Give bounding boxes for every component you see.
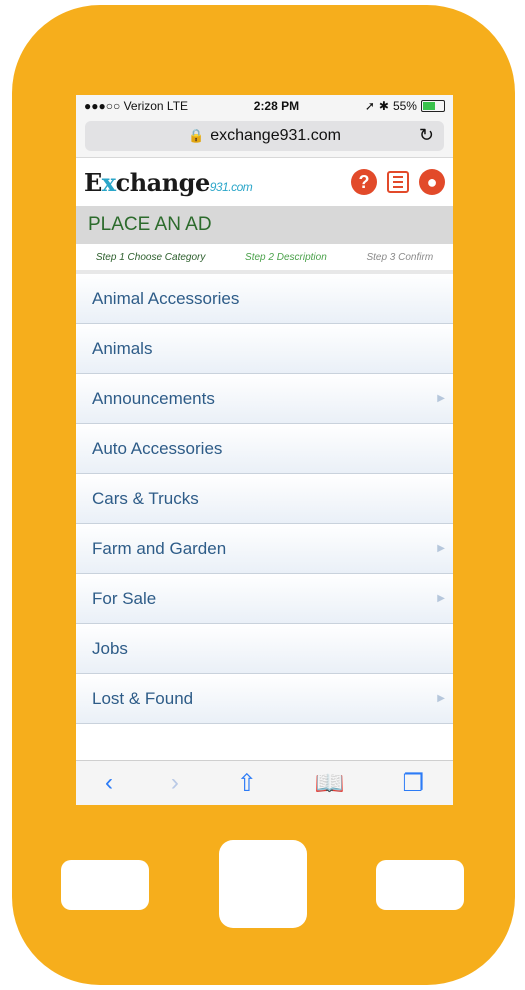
category-item[interactable]: Animals: [76, 324, 453, 374]
page-title: PLACE AN AD: [76, 206, 453, 244]
site-logo[interactable]: Exchange931.com: [84, 168, 253, 197]
category-item[interactable]: Lost & Found ▶: [76, 674, 453, 724]
share-icon[interactable]: ⇧: [237, 769, 257, 798]
bluetooth-icon: ✱: [378, 99, 389, 113]
category-item[interactable]: Announcements ▶: [76, 374, 453, 424]
step-2: Step 2 Description: [245, 251, 327, 263]
site-header: Exchange931.com ? ●: [76, 158, 453, 206]
location-icon: ➚: [364, 99, 375, 113]
category-item[interactable]: Jobs: [76, 624, 453, 674]
chevron-right-icon: ▶: [437, 543, 445, 554]
category-item[interactable]: Animal Accessories: [76, 274, 453, 324]
chevron-right-icon: ▶: [437, 593, 445, 604]
url-text: exchange931.com: [210, 127, 341, 144]
account-icon[interactable]: ●: [419, 169, 445, 195]
phone-screen: ●●●○○ Verizon LTE 2:28 PM ➚ ✱ 55% 🔒 exch…: [76, 95, 453, 805]
browser-toolbar: ‹ › ⇧ 📖 ❐: [76, 760, 453, 805]
status-bar: ●●●○○ Verizon LTE 2:28 PM ➚ ✱ 55%: [76, 95, 453, 117]
phone-home-button: [219, 840, 307, 928]
step-3: Step 3 Confirm: [366, 251, 434, 263]
menu-list-icon[interactable]: [387, 171, 409, 193]
bookmarks-icon[interactable]: 📖: [315, 769, 345, 798]
forward-icon[interactable]: ›: [171, 769, 179, 797]
category-item[interactable]: Auto Accessories: [76, 424, 453, 474]
phone-button-left: [61, 860, 149, 910]
category-item[interactable]: Cars & Trucks: [76, 474, 453, 524]
back-icon[interactable]: ‹: [105, 769, 113, 797]
address-bar[interactable]: 🔒 exchange931.com ↻: [85, 121, 444, 151]
header-actions: ? ●: [351, 169, 445, 195]
address-bar-area: 🔒 exchange931.com ↻: [76, 117, 453, 158]
clock: 2:28 PM: [253, 99, 300, 113]
help-icon[interactable]: ?: [351, 169, 377, 195]
category-item[interactable]: For Sale ▶: [76, 574, 453, 624]
reload-icon[interactable]: ↻: [419, 125, 434, 146]
battery-percent: 55%: [392, 99, 417, 113]
category-item[interactable]: Farm and Garden ▶: [76, 524, 453, 574]
chevron-right-icon: ▶: [437, 393, 445, 404]
chevron-right-icon: ▶: [437, 693, 445, 704]
battery-icon: [420, 100, 445, 112]
lock-icon: 🔒: [188, 128, 205, 143]
step-indicator: Step 1 Choose Category Step 2 Descriptio…: [76, 244, 453, 274]
category-list: Animal Accessories Animals Announcements…: [76, 274, 453, 724]
step-1: Step 1 Choose Category: [95, 251, 206, 263]
tabs-icon[interactable]: ❐: [403, 769, 425, 798]
phone-button-right: [376, 860, 464, 910]
status-right: ➚ ✱ 55%: [365, 99, 445, 113]
carrier: ●●●○○ Verizon LTE: [84, 99, 189, 113]
